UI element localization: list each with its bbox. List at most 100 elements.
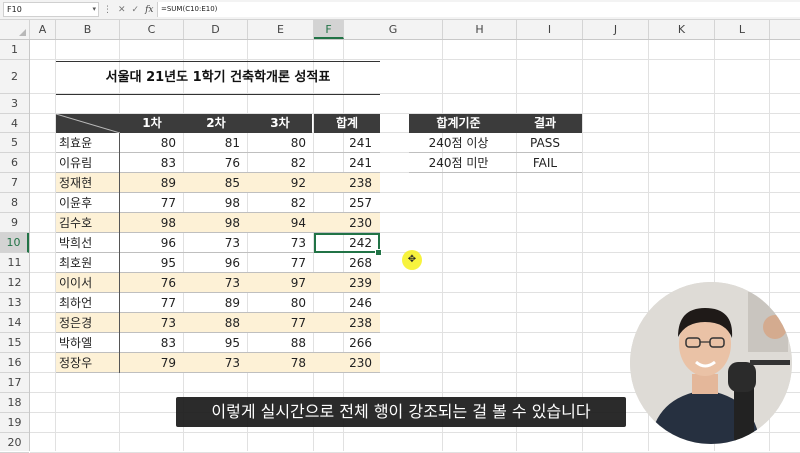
row-header-16[interactable]: 16	[0, 353, 29, 373]
row-header-5[interactable]: 5	[0, 133, 29, 153]
row-header-9[interactable]: 9	[0, 213, 29, 233]
score-total[interactable]: 238	[314, 313, 380, 333]
row-header-8[interactable]: 8	[0, 193, 29, 213]
score-3[interactable]: 73	[248, 233, 314, 253]
row-header-18[interactable]: 18	[0, 393, 29, 413]
score-2[interactable]: 98	[184, 213, 248, 233]
criteria-result[interactable]: FAIL	[508, 153, 582, 173]
insert-function-icon[interactable]: fx	[145, 5, 153, 15]
score-total[interactable]: 266	[314, 333, 380, 353]
score-2[interactable]: 81	[184, 133, 248, 153]
score-1[interactable]: 77	[120, 293, 184, 313]
score-2[interactable]: 73	[184, 233, 248, 253]
row-header-11[interactable]: 11	[0, 253, 29, 273]
student-name[interactable]: 박희선	[56, 233, 120, 253]
score-3[interactable]: 97	[248, 273, 314, 293]
student-name[interactable]: 최하언	[56, 293, 120, 313]
student-name[interactable]: 김수호	[56, 213, 120, 233]
score-2[interactable]: 96	[184, 253, 248, 273]
score-total[interactable]: 230	[314, 213, 380, 233]
score-3[interactable]: 92	[248, 173, 314, 193]
student-name[interactable]: 정재현	[56, 173, 120, 193]
confirm-icon[interactable]: ✓	[132, 5, 140, 15]
score-2[interactable]: 73	[184, 353, 248, 373]
score-1[interactable]: 76	[120, 273, 184, 293]
row-header-7[interactable]: 7	[0, 173, 29, 193]
student-name[interactable]: 이이서	[56, 273, 120, 293]
student-name[interactable]: 최호원	[56, 253, 120, 273]
row-header-13[interactable]: 13	[0, 293, 29, 313]
row-header-20[interactable]: 20	[0, 433, 29, 453]
score-2[interactable]: 76	[184, 153, 248, 173]
row-header-4[interactable]: 4	[0, 114, 29, 133]
column-header-i[interactable]: I	[517, 20, 583, 39]
select-all-button[interactable]	[0, 20, 30, 39]
column-header-a[interactable]: A	[30, 20, 56, 39]
score-total[interactable]: 241	[314, 153, 380, 173]
row-header-6[interactable]: 6	[0, 153, 29, 173]
score-total[interactable]: 230	[314, 353, 380, 373]
name-box[interactable]: F10 ▾	[3, 2, 99, 17]
score-3[interactable]: 78	[248, 353, 314, 373]
score-3[interactable]: 77	[248, 253, 314, 273]
score-3[interactable]: 80	[248, 133, 314, 153]
criteria-header-threshold[interactable]: 합계기준	[409, 114, 508, 133]
score-total[interactable]: 238	[314, 173, 380, 193]
column-header-g[interactable]: G	[344, 20, 443, 39]
score-1[interactable]: 77	[120, 193, 184, 213]
column-header-j[interactable]: J	[583, 20, 649, 39]
column-header-l[interactable]: L	[715, 20, 770, 39]
score-total[interactable]: 268	[314, 253, 380, 273]
score-total[interactable]: 246	[314, 293, 380, 313]
score-1[interactable]: 79	[120, 353, 184, 373]
row-header-2[interactable]: 2	[0, 60, 29, 94]
score-header-2[interactable]: 2차	[184, 114, 248, 133]
score-total[interactable]: 239	[314, 273, 380, 293]
score-1[interactable]: 89	[120, 173, 184, 193]
score-1[interactable]: 98	[120, 213, 184, 233]
score-1[interactable]: 95	[120, 253, 184, 273]
score-total[interactable]: 257	[314, 193, 380, 213]
score-3[interactable]: 77	[248, 313, 314, 333]
student-name[interactable]: 이유림	[56, 153, 120, 173]
score-header-4[interactable]: 합계	[314, 114, 380, 133]
score-header-3[interactable]: 3차	[248, 114, 312, 133]
criteria-threshold[interactable]: 240점 이상	[409, 133, 508, 153]
criteria-threshold[interactable]: 240점 미만	[409, 153, 508, 173]
row-header-1[interactable]: 1	[0, 40, 29, 60]
score-2[interactable]: 73	[184, 273, 248, 293]
cancel-icon[interactable]: ✕	[118, 5, 126, 15]
chevron-down-icon[interactable]: ▾	[92, 3, 96, 16]
column-header-d[interactable]: D	[184, 20, 248, 39]
score-2[interactable]: 89	[184, 293, 248, 313]
fill-handle[interactable]	[375, 249, 382, 256]
score-3[interactable]: 88	[248, 333, 314, 353]
column-header-c[interactable]: C	[120, 20, 184, 39]
row-header-10[interactable]: 10	[0, 233, 29, 253]
row-header-12[interactable]: 12	[0, 273, 29, 293]
row-header-15[interactable]: 15	[0, 333, 29, 353]
row-header-14[interactable]: 14	[0, 313, 29, 333]
column-header-f[interactable]: F	[314, 20, 344, 39]
score-2[interactable]: 98	[184, 193, 248, 213]
score-1[interactable]: 73	[120, 313, 184, 333]
score-2[interactable]: 88	[184, 313, 248, 333]
student-name[interactable]: 박하엘	[56, 333, 120, 353]
student-name[interactable]: 정은경	[56, 313, 120, 333]
column-header-b[interactable]: B	[56, 20, 120, 39]
column-header-e[interactable]: E	[248, 20, 314, 39]
score-1[interactable]: 80	[120, 133, 184, 153]
row-header-19[interactable]: 19	[0, 413, 29, 433]
column-header-k[interactable]: K	[649, 20, 715, 39]
student-name[interactable]: 정장우	[56, 353, 120, 373]
score-3[interactable]: 94	[248, 213, 314, 233]
row-header-17[interactable]: 17	[0, 373, 29, 393]
score-3[interactable]: 82	[248, 193, 314, 213]
score-header-1[interactable]: 1차	[120, 114, 184, 133]
score-1[interactable]: 96	[120, 233, 184, 253]
formula-input[interactable]: =SUM(C10:E10)	[157, 2, 800, 17]
score-1[interactable]: 83	[120, 333, 184, 353]
student-name[interactable]: 최효윤	[56, 133, 120, 153]
row-header-3[interactable]: 3	[0, 94, 29, 114]
criteria-header-result[interactable]: 결과	[508, 114, 582, 133]
